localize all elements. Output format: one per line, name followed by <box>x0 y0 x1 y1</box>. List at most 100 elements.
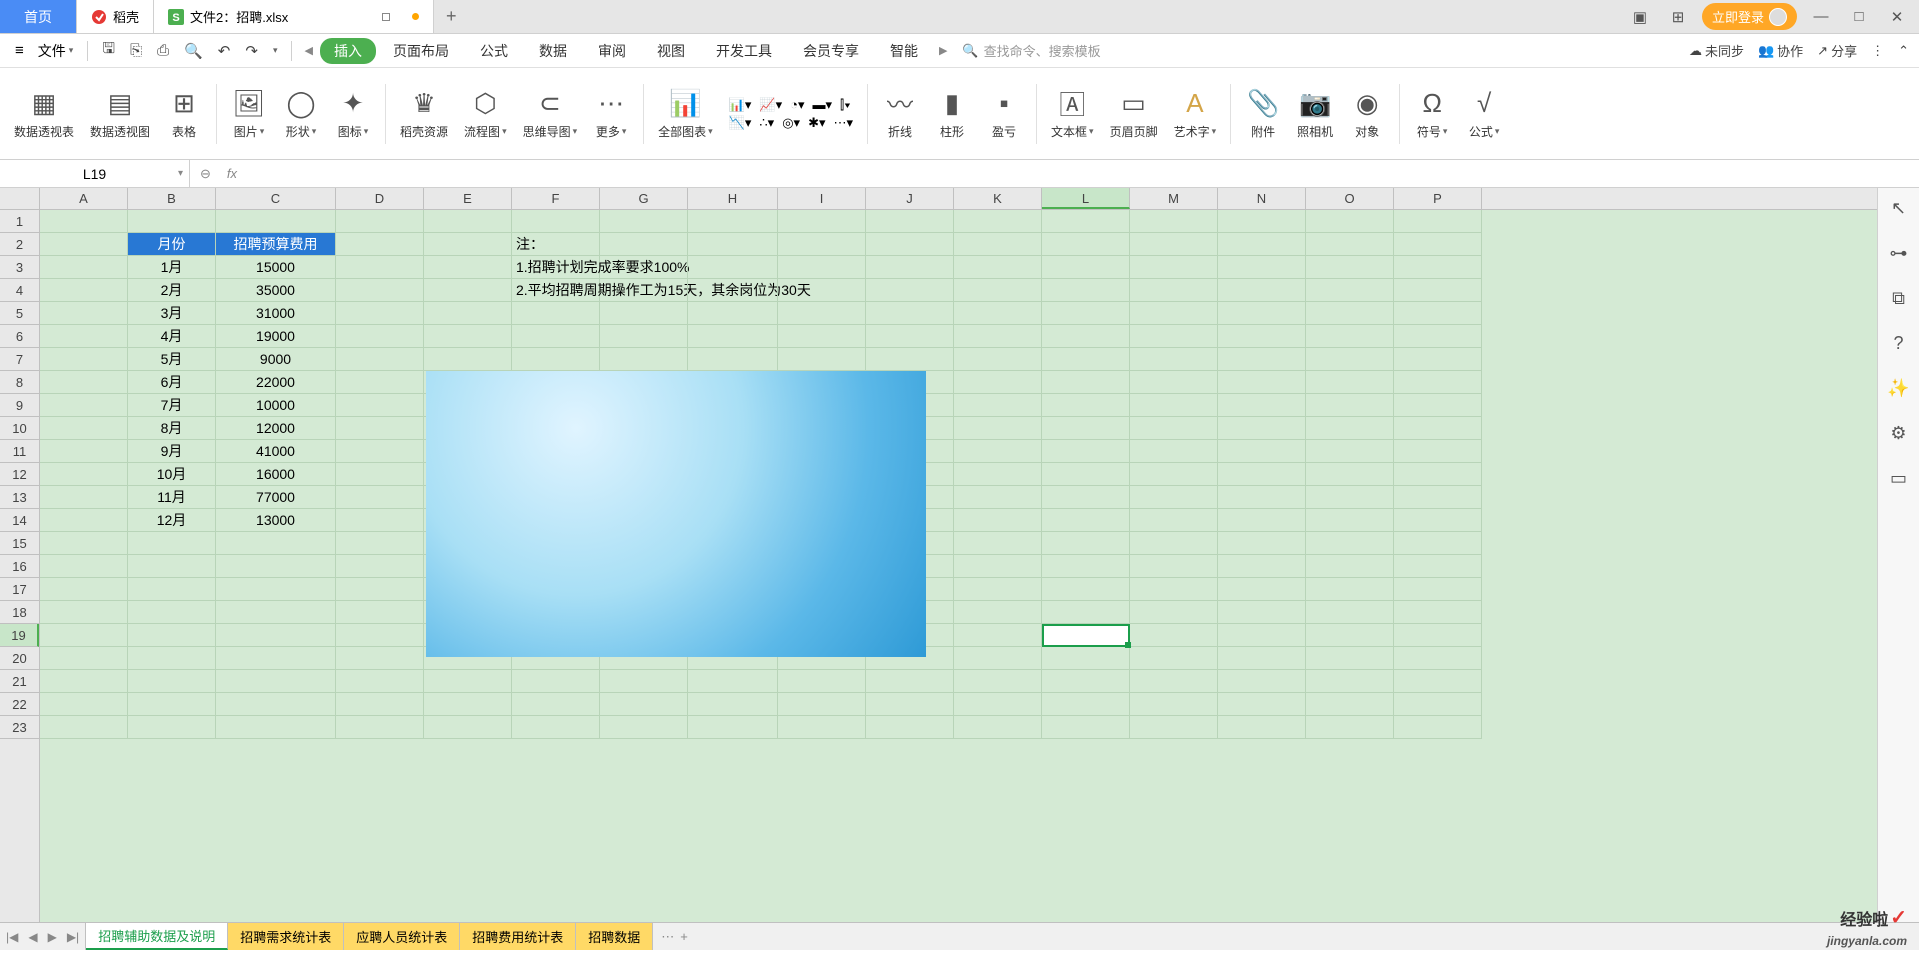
shape-button[interactable]: ◯形状▾ <box>277 83 325 144</box>
cell[interactable] <box>1394 716 1482 739</box>
cell[interactable] <box>336 417 424 440</box>
sheet-more[interactable]: ⋯+ <box>653 923 696 950</box>
cell[interactable]: 9000 <box>216 348 336 371</box>
cell[interactable] <box>600 670 688 693</box>
cell[interactable] <box>954 601 1042 624</box>
cell[interactable] <box>512 716 600 739</box>
cell[interactable] <box>216 670 336 693</box>
cell[interactable] <box>1130 394 1218 417</box>
wordart-button[interactable]: A艺术字▾ <box>1168 83 1223 144</box>
sparkline-winloss-button[interactable]: ▪盈亏 <box>980 83 1028 144</box>
bar-chart2-icon[interactable]: ▬▾ <box>813 97 833 113</box>
cell[interactable] <box>778 302 866 325</box>
cell[interactable] <box>1306 601 1394 624</box>
cell[interactable] <box>1042 302 1130 325</box>
cell[interactable]: 31000 <box>216 302 336 325</box>
col-header-A[interactable]: A <box>40 188 128 209</box>
cell[interactable] <box>1394 233 1482 256</box>
textbox-button[interactable]: 🄰文本框▾ <box>1045 83 1100 144</box>
cell[interactable] <box>1394 670 1482 693</box>
cell[interactable] <box>778 670 866 693</box>
col-header-D[interactable]: D <box>336 188 424 209</box>
cell[interactable] <box>1218 647 1306 670</box>
cell[interactable] <box>1042 624 1130 647</box>
col-header-M[interactable]: M <box>1130 188 1218 209</box>
cell[interactable] <box>1306 670 1394 693</box>
print-icon[interactable]: ⎙ <box>151 42 175 59</box>
maximize-button[interactable]: □ <box>1845 8 1873 25</box>
row-header-11[interactable]: 11 <box>0 440 39 463</box>
cell[interactable] <box>600 716 688 739</box>
cell[interactable] <box>866 233 954 256</box>
cell[interactable] <box>40 486 128 509</box>
cell[interactable] <box>512 348 600 371</box>
undo-icon[interactable]: ↶ <box>212 42 237 60</box>
cell[interactable] <box>336 348 424 371</box>
col-header-I[interactable]: I <box>778 188 866 209</box>
cell[interactable] <box>1042 509 1130 532</box>
cell[interactable] <box>1218 693 1306 716</box>
camera-button[interactable]: 📷照相机 <box>1291 83 1339 144</box>
cell[interactable] <box>40 371 128 394</box>
col-header-L[interactable]: L <box>1042 188 1130 209</box>
cell[interactable] <box>128 532 216 555</box>
cell[interactable]: 10月 <box>128 463 216 486</box>
search-box[interactable]: 🔍 查找命令、搜索模板 <box>954 41 1108 60</box>
view-icon[interactable]: ▭ <box>1890 468 1907 489</box>
line-chart-icon[interactable]: 📈▾ <box>759 97 782 113</box>
cell[interactable] <box>778 693 866 716</box>
cell[interactable] <box>954 578 1042 601</box>
cell[interactable]: 77000 <box>216 486 336 509</box>
cell[interactable] <box>1042 417 1130 440</box>
cell[interactable] <box>216 601 336 624</box>
cell[interactable] <box>1394 302 1482 325</box>
row-header-4[interactable]: 4 <box>0 279 39 302</box>
cell[interactable] <box>1042 325 1130 348</box>
cell[interactable] <box>1130 417 1218 440</box>
cell[interactable] <box>1394 601 1482 624</box>
cell[interactable] <box>1394 486 1482 509</box>
docker-tab[interactable]: 稻壳 <box>77 0 154 33</box>
cell[interactable] <box>1394 624 1482 647</box>
cell[interactable] <box>778 233 866 256</box>
symbol-button[interactable]: Ω符号▾ <box>1408 83 1456 144</box>
col-header-C[interactable]: C <box>216 188 336 209</box>
cell[interactable] <box>600 348 688 371</box>
sheet-tab-1[interactable]: 招聘需求统计表 <box>228 923 344 950</box>
attachment-button[interactable]: 📎附件 <box>1239 83 1287 144</box>
apps-icon[interactable]: ⊞ <box>1664 8 1692 26</box>
cell[interactable]: 22000 <box>216 371 336 394</box>
cell[interactable] <box>866 693 954 716</box>
row-header-21[interactable]: 21 <box>0 670 39 693</box>
cell[interactable] <box>336 532 424 555</box>
cell[interactable] <box>1306 210 1394 233</box>
share-button[interactable]: ↗分享 <box>1817 41 1857 60</box>
all-charts-button[interactable]: 📊全部图表▾ <box>652 83 719 144</box>
row-header-13[interactable]: 13 <box>0 486 39 509</box>
cell[interactable] <box>1394 256 1482 279</box>
cell[interactable] <box>1042 601 1130 624</box>
properties-icon[interactable]: ⧉ <box>1892 288 1905 309</box>
collab-button[interactable]: 👥协作 <box>1758 41 1803 60</box>
pivot-chart-button[interactable]: ▤数据透视图 <box>84 83 156 144</box>
cell[interactable] <box>954 693 1042 716</box>
cell[interactable]: 10000 <box>216 394 336 417</box>
sheet-tab-3[interactable]: 招聘费用统计表 <box>460 923 576 950</box>
cell[interactable] <box>688 693 778 716</box>
cell[interactable] <box>1218 210 1306 233</box>
cell[interactable] <box>1042 486 1130 509</box>
cell[interactable] <box>1394 210 1482 233</box>
cell[interactable] <box>1130 463 1218 486</box>
cell[interactable]: 2.平均招聘周期操作工为15天，其余岗位为30天 <box>512 279 600 302</box>
cell[interactable] <box>512 670 600 693</box>
cell[interactable] <box>40 670 128 693</box>
cell[interactable] <box>1218 371 1306 394</box>
pivot-table-button[interactable]: ▦数据透视表 <box>8 83 80 144</box>
row-header-10[interactable]: 10 <box>0 417 39 440</box>
cell[interactable] <box>866 256 954 279</box>
cell[interactable] <box>216 532 336 555</box>
cell[interactable] <box>1306 417 1394 440</box>
cell[interactable]: 7月 <box>128 394 216 417</box>
cell[interactable] <box>40 716 128 739</box>
save-icon[interactable]: 🖫 <box>96 38 121 63</box>
